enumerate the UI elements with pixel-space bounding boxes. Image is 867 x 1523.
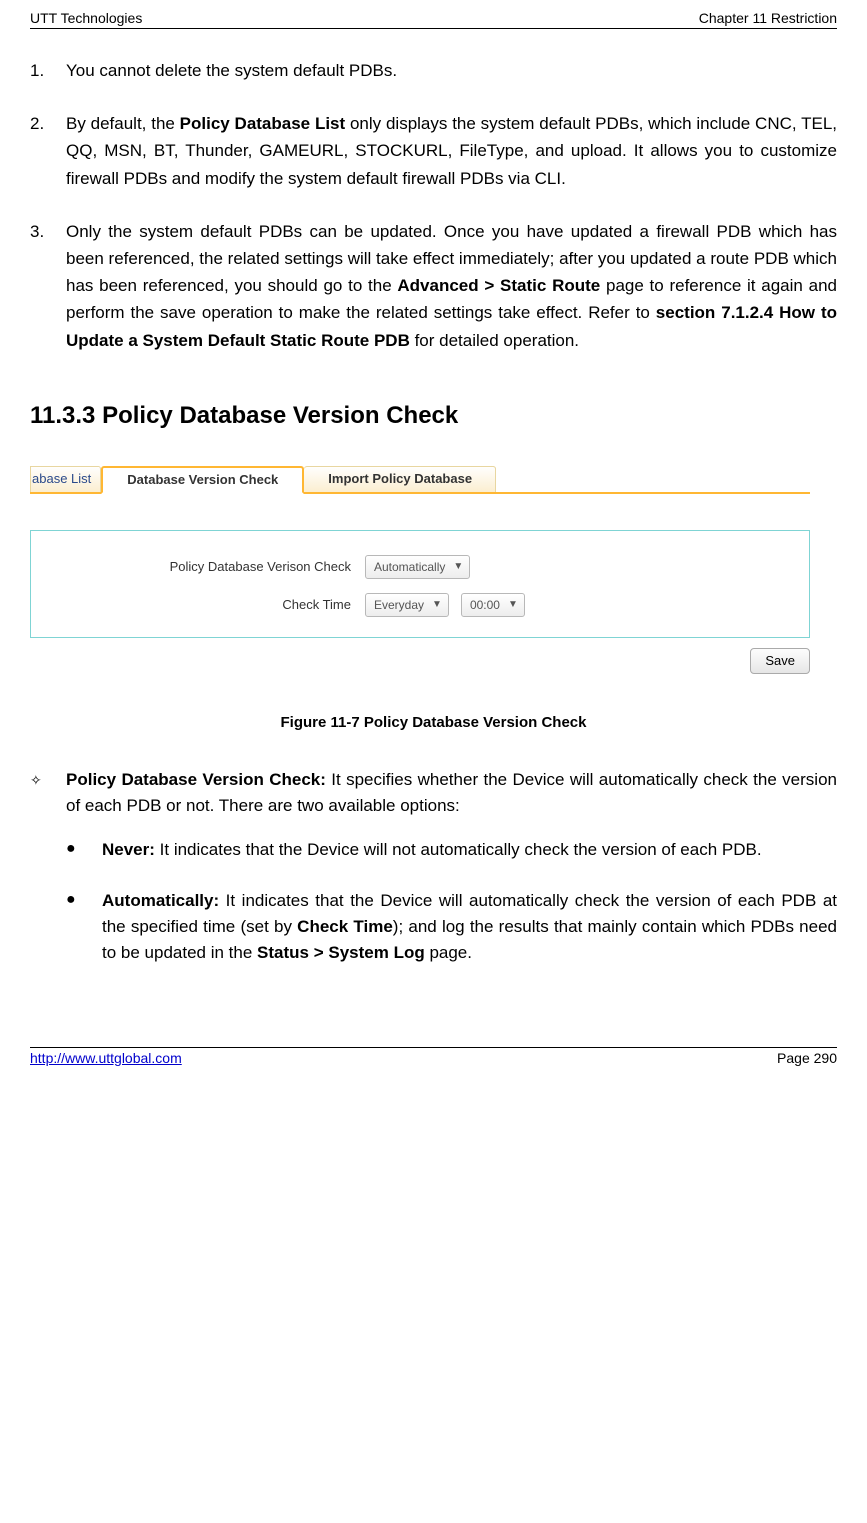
item-number: 2. [30, 110, 66, 192]
tab-database-list-partial[interactable]: abase List [30, 466, 101, 494]
ordered-item-2: 2. By default, the Policy Database List … [30, 110, 837, 192]
page-header: UTT Technologies Chapter 11 Restriction [30, 10, 837, 29]
chevron-down-icon: ▼ [508, 599, 518, 610]
tab-bar: abase List Database Version Check Import… [30, 466, 810, 494]
text: By default, the [66, 114, 180, 133]
bullet-icon: ● [66, 837, 102, 863]
bullet-body: Automatically: It indicates that the Dev… [102, 888, 837, 967]
bold-text: Policy Database List [180, 114, 346, 133]
figure-caption: Figure 11-7 Policy Database Version Chec… [30, 714, 837, 731]
select-value: Everyday [374, 598, 424, 612]
text: for detailed operation. [410, 331, 579, 350]
bullet-body: Never: It indicates that the Device will… [102, 837, 837, 863]
page-footer: http://www.uttglobal.com Page 290 [30, 1047, 837, 1066]
document-page: UTT Technologies Chapter 11 Restriction … [0, 0, 867, 1066]
label-version-check: Policy Database Verison Check [51, 559, 365, 574]
diamond-bullet-icon: ✧ [30, 767, 66, 820]
tab-spacer [496, 466, 810, 494]
label-check-time: Check Time [51, 597, 365, 612]
header-left: UTT Technologies [30, 10, 142, 26]
row-version-check: Policy Database Verison Check Automatica… [51, 555, 789, 579]
definition-item: ✧ Policy Database Version Check: It spec… [30, 767, 837, 820]
page-number: Page 290 [777, 1050, 837, 1066]
save-button[interactable]: Save [750, 648, 810, 674]
footer-link[interactable]: http://www.uttglobal.com [30, 1050, 182, 1066]
chevron-down-icon: ▼ [453, 561, 463, 572]
item-text: By default, the Policy Database List onl… [66, 110, 837, 192]
select-check-day[interactable]: Everyday ▼ [365, 593, 449, 617]
bold-text: Check Time [297, 917, 393, 936]
item-number: 3. [30, 218, 66, 354]
item-text: You cannot delete the system default PDB… [66, 57, 837, 84]
ordered-item-1: 1. You cannot delete the system default … [30, 57, 837, 84]
select-value: 00:00 [470, 598, 500, 612]
sub-bullet-never: ● Never: It indicates that the Device wi… [66, 837, 837, 863]
select-value: Automatically [374, 560, 445, 574]
select-version-check-mode[interactable]: Automatically ▼ [365, 555, 470, 579]
embedded-ui-screenshot: abase List Database Version Check Import… [30, 466, 810, 674]
bold-text: Status > System Log [257, 943, 425, 962]
header-right: Chapter 11 Restriction [699, 10, 837, 26]
bullet-term: Automatically: [102, 891, 219, 910]
settings-form: Policy Database Verison Check Automatica… [30, 530, 810, 638]
tab-database-version-check[interactable]: Database Version Check [101, 466, 304, 494]
item-number: 1. [30, 57, 66, 84]
save-row: Save [30, 648, 810, 674]
definition-body: Policy Database Version Check: It specif… [66, 767, 837, 820]
bullet-icon: ● [66, 888, 102, 967]
ordered-item-3: 3. Only the system default PDBs can be u… [30, 218, 837, 354]
section-heading: 11.3.3 Policy Database Version Check [30, 402, 837, 430]
sub-bullet-automatically: ● Automatically: It indicates that the D… [66, 888, 837, 967]
text: page. [425, 943, 472, 962]
tab-import-policy-database[interactable]: Import Policy Database [304, 466, 496, 494]
row-check-time: Check Time Everyday ▼ 00:00 ▼ [51, 593, 789, 617]
bullet-term: Never: [102, 840, 155, 859]
chevron-down-icon: ▼ [432, 599, 442, 610]
bold-text: Advanced > Static Route [397, 276, 600, 295]
definition-term: Policy Database Version Check: [66, 770, 326, 789]
select-check-hour[interactable]: 00:00 ▼ [461, 593, 525, 617]
item-text: Only the system default PDBs can be upda… [66, 218, 837, 354]
bullet-text: It indicates that the Device will not au… [155, 840, 762, 859]
